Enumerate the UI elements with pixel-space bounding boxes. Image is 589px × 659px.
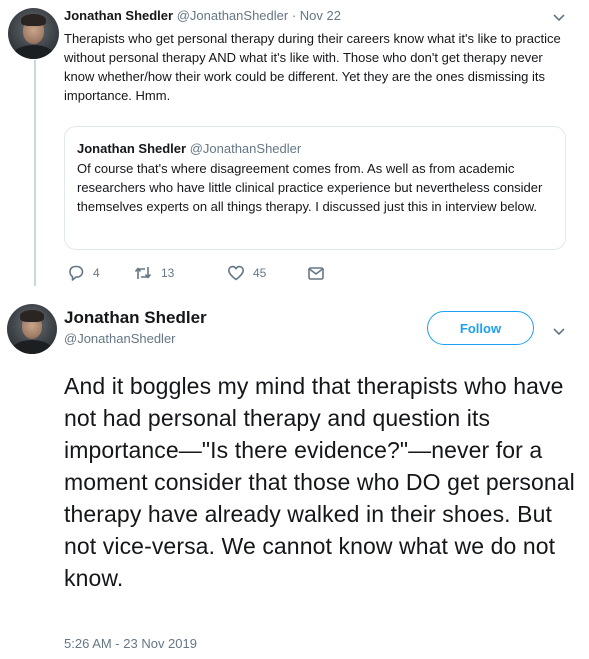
retweet-icon xyxy=(134,267,152,279)
reply-tweet-avatar[interactable] xyxy=(8,8,59,59)
quoted-tweet-text: Of course that's where disagreement come… xyxy=(77,161,543,214)
reply-tweet-date[interactable]: Nov 22 xyxy=(300,8,341,23)
reply-count: 4 xyxy=(93,266,100,280)
heart-icon xyxy=(228,265,244,281)
like-count: 45 xyxy=(253,266,267,280)
envelope-icon xyxy=(308,267,324,280)
like-button[interactable]: 45 xyxy=(227,264,266,282)
reply-button[interactable]: 4 xyxy=(67,264,100,282)
main-tweet-text: And it boggles my mind that therapists w… xyxy=(64,373,575,591)
reply-tweet-text: Therapists who get personal therapy duri… xyxy=(64,31,561,103)
reply-tweet-header: Jonathan Shedler @JonathanShedler · Nov … xyxy=(64,8,341,23)
main-tweet-author-name[interactable]: Jonathan Shedler xyxy=(64,308,207,328)
chevron-down-icon[interactable] xyxy=(552,9,566,25)
reply-tweet-action-bar: 4 13 45 xyxy=(64,264,364,284)
main-tweet-avatar[interactable] xyxy=(7,304,57,354)
retweet-count: 13 xyxy=(161,266,175,280)
quoted-tweet[interactable]: Jonathan Shedler @JonathanShedler Of cou… xyxy=(64,126,566,250)
retweet-button[interactable]: 13 xyxy=(133,264,174,282)
direct-message-button[interactable] xyxy=(307,264,325,282)
reply-tweet-author-name[interactable]: Jonathan Shedler xyxy=(64,8,173,23)
reply-icon xyxy=(69,265,84,281)
main-tweet-author-handle[interactable]: @JonathanShedler xyxy=(64,331,176,346)
quoted-tweet-author-name: Jonathan Shedler xyxy=(77,141,187,156)
quoted-tweet-header: Jonathan Shedler @JonathanShedler xyxy=(77,141,553,156)
follow-button[interactable]: Follow xyxy=(427,311,534,345)
main-tweet-timestamp[interactable]: 5:26 AM - 23 Nov 2019 xyxy=(64,636,197,651)
reply-tweet-author-handle[interactable]: @JonathanShedler xyxy=(177,8,289,23)
quoted-tweet-author-handle: @JonathanShedler xyxy=(189,141,302,156)
chevron-down-icon[interactable] xyxy=(552,323,566,339)
thread-connector-line xyxy=(34,60,36,286)
reply-tweet-separator: · xyxy=(291,8,297,23)
